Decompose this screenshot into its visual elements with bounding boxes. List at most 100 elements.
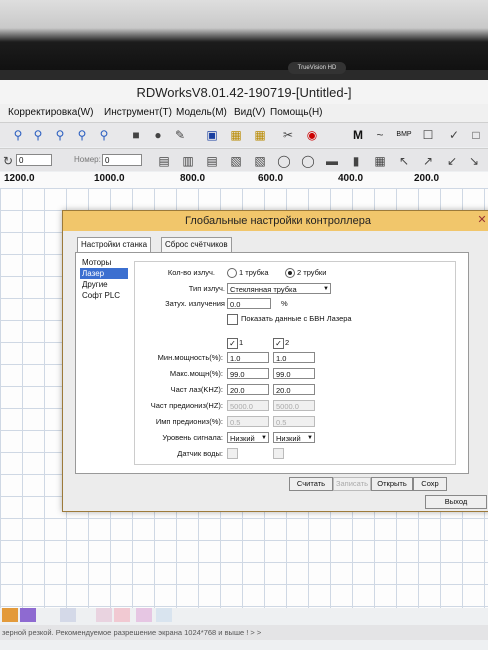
laser-freq-label: Част лаз(KHZ): [170, 385, 223, 394]
nav-item-soft-plc[interactable]: Софт PLC [80, 290, 128, 301]
nav-list: Моторы Лазер Другие Софт PLC [80, 257, 128, 301]
signal-level-tube2[interactable]: Низкий ▼ [273, 432, 315, 443]
laser-type-select[interactable]: Стеклянная трубка ▼ [227, 283, 331, 294]
array-icon[interactable]: ▦ [228, 127, 244, 143]
ruler-label: 400.0 [338, 173, 364, 184]
color-icon[interactable]: ◉ [304, 127, 320, 143]
save-button[interactable]: Сохр [413, 477, 447, 491]
rotate-icon: ↻ [2, 154, 14, 168]
app-window: RDWorksV8.01.42-190719-[Untitled-] Корре… [0, 80, 488, 650]
exit-button[interactable]: Выход [425, 495, 487, 509]
zoom-in-icon[interactable]: ⚲ [10, 127, 26, 143]
color-swatch[interactable] [156, 608, 172, 622]
menu-tools[interactable]: Инструмент(T) [104, 107, 172, 118]
ruler-label: 200.0 [414, 173, 440, 184]
radio-two-tubes[interactable] [285, 268, 295, 278]
monitor-icon[interactable]: ▣ [204, 127, 220, 143]
curve-icon[interactable]: ~ [372, 127, 388, 143]
laser-count-label: Кол-во излуч. [167, 268, 215, 277]
controller-settings-dialog: Глобальные настройки контроллера ✕ Настр… [62, 210, 488, 512]
settings-panel: Моторы Лазер Другие Софт PLC Кол-во излу… [75, 252, 469, 474]
nav-item-motors[interactable]: Моторы [80, 257, 128, 268]
distribute-h-icon[interactable]: ◯ [276, 153, 292, 169]
pen-icon[interactable]: ✎ [172, 127, 188, 143]
point-icon[interactable]: ● [150, 127, 166, 143]
same-width-icon[interactable]: ▬ [324, 153, 340, 169]
open-button[interactable]: Открыть [371, 477, 413, 491]
attenuation-input[interactable]: 0.0 [227, 298, 271, 309]
arrow-sw-icon[interactable]: ↙ [444, 153, 460, 169]
max-power-tube2[interactable]: 99.0 [273, 368, 315, 379]
laser-type-value: Стеклянная трубка [230, 285, 297, 294]
menu-model[interactable]: Модель(M) [176, 107, 227, 118]
angle-input[interactable]: 0 [16, 154, 52, 166]
nav-item-other[interactable]: Другие [80, 279, 128, 290]
edit-toolbar: ↻ 0 Номер: 0 ▤ ▥ ▤ ▧ ▧ ◯ ◯ ▬ ▮ ▦ ↖ ↗ ↙ ↘ [0, 148, 488, 171]
text-icon[interactable]: ☐ [420, 127, 436, 143]
color-layer-swatches [0, 608, 180, 622]
zoom-out-icon[interactable]: ⚲ [30, 127, 46, 143]
window-title: RDWorksV8.01.42-190719-[Untitled-] [0, 80, 488, 104]
laser-freq-tube1[interactable]: 20.0 [227, 384, 269, 395]
color-swatch[interactable] [114, 608, 130, 622]
arrow-nw-icon[interactable]: ↖ [396, 153, 412, 169]
distribute-v-icon[interactable]: ◯ [300, 153, 316, 169]
color-swatch[interactable] [96, 608, 112, 622]
bmp-icon[interactable]: BMP [396, 127, 412, 143]
check-icon[interactable]: ✓ [446, 127, 462, 143]
square-icon[interactable]: □ [468, 127, 484, 143]
chevron-down-icon: ▼ [261, 435, 267, 441]
m-icon[interactable]: M [350, 127, 366, 143]
same-size-icon[interactable]: ▦ [372, 153, 388, 169]
laser-freq-tube2[interactable]: 20.0 [273, 384, 315, 395]
preion-pulse-tube1: 0.5 [227, 416, 269, 427]
stop-icon[interactable]: ■ [128, 127, 144, 143]
max-power-tube1[interactable]: 99.0 [227, 368, 269, 379]
color-swatch[interactable] [2, 608, 18, 622]
same-height-icon[interactable]: ▮ [348, 153, 364, 169]
grid-icon[interactable]: ▦ [252, 127, 268, 143]
read-button[interactable]: Считать [289, 477, 333, 491]
attenuation-unit: % [281, 299, 288, 308]
align-left-icon[interactable]: ▤ [156, 153, 172, 169]
radio-one-tube[interactable] [227, 268, 237, 278]
zoom-page-icon[interactable]: ⚲ [52, 127, 68, 143]
write-button: Записать [333, 477, 371, 491]
ruler-label: 600.0 [258, 173, 284, 184]
tab-machine-settings[interactable]: Настройки станка [77, 237, 152, 253]
horizontal-ruler: 1200.0 1000.0 800.0 600.0 400.0 200.0 [0, 172, 488, 189]
arrow-se-icon[interactable]: ↘ [466, 153, 482, 169]
show-data-checkbox[interactable] [227, 314, 238, 325]
arrow-ne-icon[interactable]: ↗ [420, 153, 436, 169]
signal-level-tube2-value: Низкий [276, 434, 301, 443]
ruler-label: 800.0 [180, 173, 206, 184]
laser-type-label: Тип излуч. [188, 284, 225, 293]
color-swatch[interactable] [60, 608, 76, 622]
cut-icon[interactable]: ✂ [280, 127, 296, 143]
close-icon[interactable]: ✕ [475, 213, 488, 227]
zoom-select-icon[interactable]: ⚲ [74, 127, 90, 143]
chevron-down-icon: ▼ [307, 435, 313, 441]
min-power-tube2[interactable]: 1.0 [273, 352, 315, 363]
menu-correction[interactable]: Корректировка(W) [8, 107, 93, 118]
tube1-checkbox[interactable]: ✓ [227, 338, 238, 349]
color-swatch[interactable] [136, 608, 152, 622]
number-input[interactable]: 0 [102, 154, 142, 166]
tube2-checkbox[interactable]: ✓ [273, 338, 284, 349]
align-bottom-icon[interactable]: ▧ [252, 153, 268, 169]
menu-help[interactable]: Помощь(H) [270, 107, 323, 118]
signal-level-tube1[interactable]: Низкий ▼ [227, 432, 269, 443]
water-sensor-tube2 [273, 448, 284, 459]
color-swatch[interactable] [20, 608, 36, 622]
menu-view[interactable]: Вид(V) [234, 107, 265, 118]
menu-bar: Корректировка(W) Инструмент(T) Модель(M)… [0, 104, 488, 122]
align-top-icon[interactable]: ▧ [228, 153, 244, 169]
tab-reset-counters[interactable]: Сброс счётчиков [161, 237, 232, 253]
water-sensor-label: Датчик воды: [177, 449, 223, 458]
water-sensor-tube1 [227, 448, 238, 459]
align-center-icon[interactable]: ▥ [180, 153, 196, 169]
align-right-icon[interactable]: ▤ [204, 153, 220, 169]
min-power-tube1[interactable]: 1.0 [227, 352, 269, 363]
zoom-all-icon[interactable]: ⚲ [96, 127, 112, 143]
nav-item-laser[interactable]: Лазер [80, 268, 128, 279]
